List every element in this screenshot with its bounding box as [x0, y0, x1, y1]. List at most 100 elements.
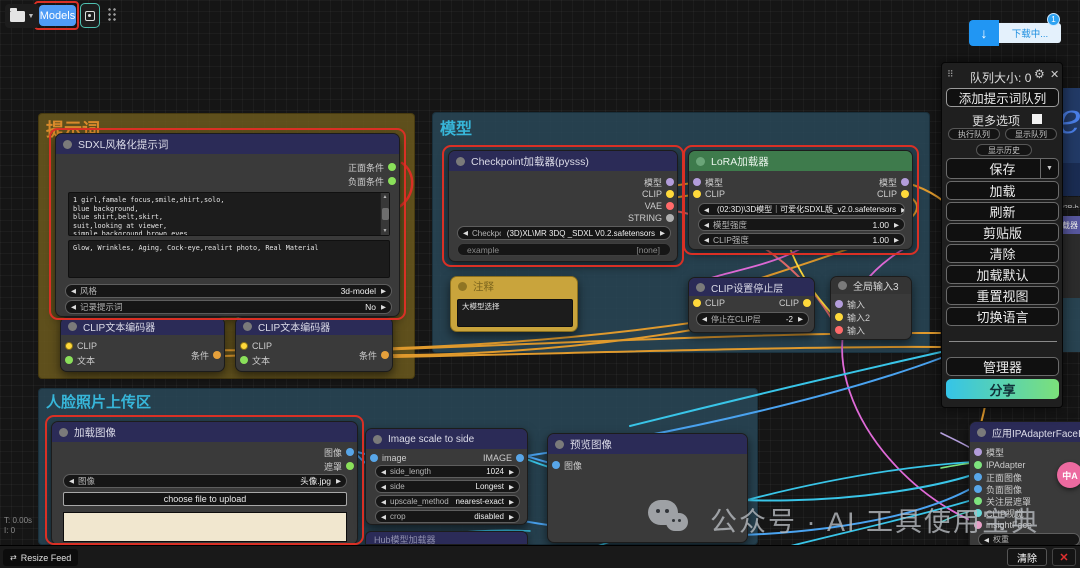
collapse-dot-icon[interactable] [977, 428, 986, 437]
input-slot-model[interactable]: 模型 [974, 446, 1004, 458]
output-slot-string[interactable]: STRING [628, 212, 674, 224]
next-arrow-icon[interactable]: ▶ [901, 206, 905, 214]
prev-arrow-icon[interactable]: ◀ [984, 536, 989, 544]
input-slot-clip[interactable]: CLIP [65, 340, 97, 352]
save-button[interactable]: 保存 ▼ [946, 158, 1059, 179]
prev-arrow-icon[interactable]: ◀ [69, 477, 74, 485]
collapse-dot-icon[interactable] [373, 435, 382, 444]
prev-arrow-icon[interactable]: ◀ [704, 236, 709, 244]
language-toggle-button[interactable]: 中A [1057, 462, 1080, 488]
comfyui-canvas[interactable]: 提示词 模型 人脸照片上传区 [0, 0, 1080, 568]
node-header[interactable]: CLIP文本编码器 [61, 318, 224, 335]
node-clip-set-last-layer[interactable]: CLIP设置停止层 CLIP CLIP ◀ 停止在CLIP层 -2 ▶ [688, 277, 815, 333]
next-arrow-icon[interactable]: ▶ [381, 287, 386, 295]
node-image-scale-to-side[interactable]: Image scale to side image IMAGE ◀ side_l… [365, 428, 528, 525]
textarea-scrollbar[interactable]: ▲ ▼ [380, 193, 389, 235]
input-slot-clip[interactable]: CLIP [693, 188, 725, 200]
download-arrow-icon[interactable]: ↓ [969, 20, 999, 46]
node-lora-loader[interactable]: LoRA加载器 模型 CLIP 模型 CLIP ◀ (02:3D)\3D模型｜可… [688, 150, 913, 250]
collapse-dot-icon[interactable] [555, 440, 564, 449]
load-button[interactable]: 加载 [946, 181, 1059, 200]
collapse-dot-icon[interactable] [59, 428, 68, 437]
output-slot-negative[interactable]: 负面条件 [348, 175, 396, 187]
output-slot-image[interactable]: 图像 [324, 446, 354, 458]
node-load-image[interactable]: 加载图像 图像 遮罩 ◀ 图像 头像.jpg ▶ choose file to … [51, 421, 358, 545]
collapse-dot-icon[interactable] [696, 157, 705, 166]
positive-prompt-textarea[interactable]: 1 girl,famale focus,smile,shirt,solo, bl… [68, 192, 390, 236]
show-history-button[interactable]: 显示历史 [976, 144, 1032, 156]
style-widget[interactable]: ◀ 风格 3d-model ▶ [65, 284, 392, 298]
input-slot-model[interactable]: 模型 [693, 176, 723, 188]
next-arrow-icon[interactable]: ▶ [509, 468, 514, 476]
input-slot-ipadapter[interactable]: IPAdapter [974, 459, 1025, 471]
collapse-dot-icon[interactable] [838, 281, 847, 290]
input-slot-insightface[interactable]: insightFace [974, 519, 1032, 531]
reset-view-button[interactable]: 重置视图 [946, 286, 1059, 305]
stop-at-clip-layer-widget[interactable]: ◀ 停止在CLIP层 -2 ▶ [696, 312, 809, 326]
panel-drag-handle[interactable]: ⠿ [947, 69, 954, 80]
side-widget[interactable]: ◀ side Longest ▶ [375, 480, 520, 493]
input-slot-2[interactable]: 输入2 [835, 311, 870, 323]
share-button[interactable]: 分享 [946, 379, 1059, 399]
node-sdxl-header[interactable]: SDXL风格化提示词 [56, 134, 399, 154]
node-clip-encode-right[interactable]: CLIP文本编码器 CLIP 文本 条件 [235, 317, 393, 372]
next-arrow-icon[interactable]: ▶ [660, 229, 665, 237]
collapse-dot-icon[interactable] [243, 322, 252, 331]
node-header[interactable]: LoRA加载器 [689, 151, 912, 171]
node-global-input[interactable]: 全局输入3 输入 输入2 输入 [830, 276, 912, 340]
prev-arrow-icon[interactable]: ◀ [71, 303, 76, 311]
prev-arrow-icon[interactable]: ◀ [381, 513, 386, 521]
log-prompt-widget[interactable]: ◀ 记录提示词 No ▶ [65, 300, 392, 314]
next-arrow-icon[interactable]: ▶ [894, 236, 899, 244]
input-slot-text[interactable]: 文本 [240, 354, 270, 366]
prev-arrow-icon[interactable]: ◀ [381, 483, 386, 491]
node-header[interactable]: CLIP文本编码器 [236, 318, 392, 335]
lora-name-widget[interactable]: ◀ (02:3D)\3D模型｜可爱化SDXL版_v2.0.safetensors… [698, 203, 905, 216]
scroll-down-icon[interactable]: ▼ [383, 228, 388, 234]
node-header[interactable]: 全局输入3 [831, 277, 911, 294]
prev-arrow-icon[interactable]: ◀ [704, 221, 709, 229]
output-slot-cond[interactable]: 条件 [359, 349, 389, 361]
clear-button[interactable]: 清除 [946, 244, 1059, 263]
upscale-method-widget[interactable]: ◀ upscale_method nearest-exact ▶ [375, 495, 520, 508]
input-slot-clip[interactable]: CLIP [693, 297, 725, 309]
collapse-dot-icon[interactable] [63, 140, 72, 149]
negative-prompt-textarea[interactable]: Glow, Wrinkles, Aging, Cock-eye,realirt … [68, 240, 390, 278]
input-slot-clip[interactable]: CLIP [240, 340, 272, 352]
choose-file-button[interactable]: choose file to upload [63, 492, 347, 506]
input-slot-attn-mask[interactable]: 关注层遮罩 [974, 495, 1031, 507]
input-slot-image[interactable]: image [370, 452, 407, 464]
next-arrow-icon[interactable]: ▶ [509, 483, 514, 491]
node-clip-encode-left[interactable]: CLIP文本编码器 CLIP 文本 条件 [60, 317, 225, 372]
next-arrow-icon[interactable]: ▶ [509, 513, 514, 521]
manager-button[interactable]: 管理器 [946, 357, 1059, 376]
refresh-button[interactable]: 刷新 [946, 202, 1059, 221]
extra-options-checkbox[interactable] [1032, 114, 1042, 124]
node-header[interactable]: 注释 [451, 277, 577, 295]
collapse-dot-icon[interactable] [68, 322, 77, 331]
input-slot-text[interactable]: 文本 [65, 354, 95, 366]
workflow-menu-button[interactable]: ▼ [5, 4, 39, 28]
run-queue-button[interactable]: 执行队列 [948, 128, 1000, 140]
collapse-dot-icon[interactable] [458, 282, 467, 291]
node-note[interactable]: 注释 大模型选择 [450, 276, 578, 332]
node-sdxl-prompt-styler[interactable]: SDXL风格化提示词 正面条件 负面条件 1 girl,famale focus… [55, 133, 400, 317]
input-slot-positive-image[interactable]: 正面图像 [974, 471, 1022, 483]
next-arrow-icon[interactable]: ▶ [381, 303, 386, 311]
input-slot-image[interactable]: 图像 [552, 459, 582, 471]
prev-arrow-icon[interactable]: ◀ [381, 468, 386, 476]
save-dropdown[interactable]: ▼ [1040, 159, 1058, 178]
node-checkpoint-loader[interactable]: Checkpoint加载器(pysss) 模型 CLIP VAE STRING … [448, 150, 678, 262]
node-header[interactable]: Checkpoint加载器(pysss) [449, 151, 677, 171]
prev-arrow-icon[interactable]: ◀ [71, 287, 76, 295]
node-header[interactable]: Image scale to side [366, 429, 527, 449]
output-slot-mask[interactable]: 遮罩 [324, 460, 354, 472]
drag-handle-icon[interactable] [107, 7, 117, 23]
output-slot-model[interactable]: 模型 [644, 176, 674, 188]
side-length-widget[interactable]: ◀ side_length 1024 ▶ [375, 465, 520, 478]
input-slot-clip-vision[interactable]: CLIP视觉 [974, 507, 1024, 519]
next-arrow-icon[interactable]: ▶ [894, 221, 899, 229]
resize-feed-button[interactable]: ⇄ Resize Feed [3, 549, 78, 566]
clipboard-button[interactable]: 剪贴版 [946, 223, 1059, 242]
input-slot-1[interactable]: 输入 [835, 298, 865, 310]
